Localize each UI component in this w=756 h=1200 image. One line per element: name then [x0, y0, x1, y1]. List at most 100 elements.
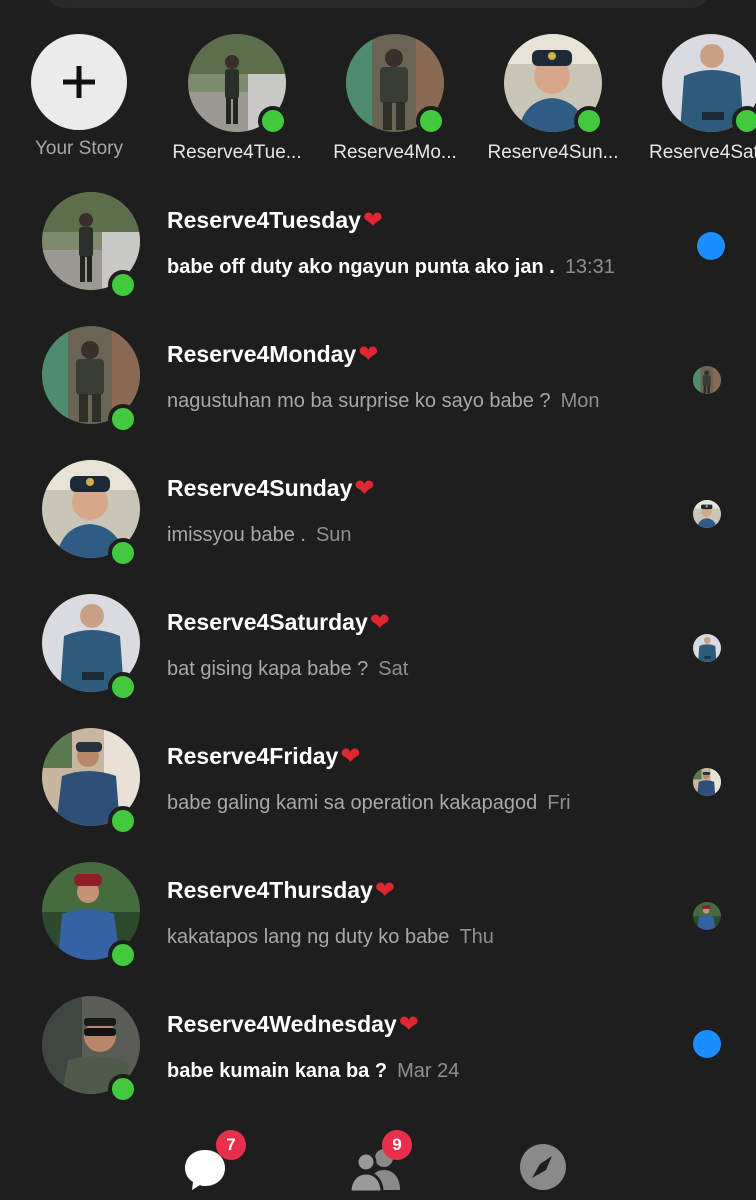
- compass-icon: [520, 1144, 566, 1190]
- messenger-chats-screen: Your Story Reserve4Tue... Reserve4Mo... …: [0, 0, 756, 1200]
- message-text: imissyou babe .: [167, 524, 306, 546]
- message-time: Sat: [378, 658, 409, 680]
- message-preview: nagustuhan mo ba surprise ko sayo babe ?…: [167, 390, 600, 413]
- online-indicator: [732, 106, 756, 136]
- message-preview: babe off duty ako ngayun punta ako jan .…: [167, 256, 615, 279]
- contact-name-text: Reserve4Wednesday: [167, 1011, 397, 1037]
- contact-avatar[interactable]: [42, 594, 140, 702]
- message-time: 13:31: [564, 256, 615, 278]
- conversation-row[interactable]: Reserve4Saturday❤ bat gising kapa babe ?…: [0, 592, 756, 726]
- story-avatar[interactable]: [662, 34, 756, 136]
- message-time: Sun: [315, 524, 352, 546]
- conversation-row[interactable]: Reserve4Thursday❤ kakatapos lang ng duty…: [0, 860, 756, 994]
- message-preview: babe kumain kana ba ? Mar 24: [167, 1060, 459, 1083]
- message-preview: babe galing kami sa operation kakapagod F…: [167, 792, 571, 815]
- conversation-list: Reserve4Tuesday❤ babe off duty ako ngayu…: [0, 190, 756, 1128]
- message-time: Thu: [459, 926, 494, 948]
- message-text: babe kumain kana ba ?: [167, 1060, 388, 1082]
- online-indicator: [108, 404, 138, 434]
- your-story-label: Your Story: [34, 138, 123, 159]
- message-text: babe galing kami sa operation kakapagod: [167, 792, 538, 814]
- story-label: Reserve4Sun...: [487, 142, 619, 163]
- contact-name: Reserve4Saturday❤: [167, 608, 390, 637]
- stories-row[interactable]: Your Story Reserve4Tue... Reserve4Mo... …: [0, 34, 756, 170]
- bottom-navigation: 7 9: [0, 1130, 756, 1200]
- online-indicator: [108, 538, 138, 568]
- contact-avatar[interactable]: [42, 460, 140, 568]
- contact-name-text: Reserve4Tuesday: [167, 207, 361, 233]
- online-indicator: [258, 106, 288, 136]
- discover-tab[interactable]: [518, 1136, 578, 1194]
- contact-avatar[interactable]: [42, 326, 140, 434]
- message-time: Mon: [560, 390, 600, 412]
- story-item[interactable]: Reserve4Sat: [646, 34, 756, 164]
- contact-avatar[interactable]: [42, 192, 140, 300]
- seen-receipt-avatar: [693, 366, 721, 394]
- story-label: Reserve4Tue...: [172, 142, 302, 163]
- contact-avatar[interactable]: [42, 728, 140, 836]
- heart-icon: ❤: [362, 207, 384, 234]
- message-time: Mar 24: [397, 1060, 460, 1082]
- heart-icon: ❤: [374, 877, 395, 904]
- avatar-photo: [693, 768, 721, 796]
- contact-name-text: Reserve4Monday: [167, 341, 357, 367]
- story-label: Reserve4Mo...: [333, 142, 457, 163]
- contact-name-text: Reserve4Sunday: [167, 475, 353, 501]
- seen-receipt-avatar: [693, 500, 721, 528]
- contact-name: Reserve4Tuesday❤: [167, 206, 383, 235]
- seen-receipt-avatar: [693, 634, 721, 662]
- people-tab[interactable]: 9: [348, 1130, 412, 1194]
- heart-icon: ❤: [340, 743, 361, 770]
- message-preview: bat gising kapa babe ? Sat: [167, 658, 408, 681]
- message-text: nagustuhan mo ba surprise ko sayo babe ?: [167, 390, 551, 412]
- contact-name: Reserve4Friday❤: [167, 742, 360, 771]
- conversation-row[interactable]: Reserve4Tuesday❤ babe off duty ako ngayu…: [0, 190, 756, 324]
- contact-name-text: Reserve4Friday: [167, 743, 339, 769]
- add-story-button[interactable]: [31, 34, 127, 130]
- heart-icon: ❤: [369, 609, 390, 636]
- message-preview: kakatapos lang ng duty ko babe Thu: [167, 926, 494, 949]
- conversation-row[interactable]: Reserve4Monday❤ nagustuhan mo ba surpris…: [0, 324, 756, 458]
- unread-indicator: [697, 232, 725, 260]
- story-label: Reserve4Sat: [649, 142, 756, 163]
- heart-icon: ❤: [358, 341, 379, 368]
- online-indicator: [416, 106, 446, 136]
- conversation-row[interactable]: Reserve4Friday❤ babe galing kami sa oper…: [0, 726, 756, 860]
- contact-name: Reserve4Sunday❤: [167, 474, 375, 503]
- search-bar[interactable]: [46, 0, 710, 8]
- message-text: bat gising kapa babe ?: [167, 658, 369, 680]
- conversation-row[interactable]: Reserve4Wednesday❤ babe kumain kana ba ?…: [0, 994, 756, 1128]
- story-avatar[interactable]: [504, 34, 604, 136]
- story-avatar[interactable]: [346, 34, 446, 136]
- people-badge: 9: [382, 1130, 412, 1160]
- story-item[interactable]: Reserve4Sun...: [486, 34, 620, 164]
- message-time: Fri: [547, 792, 571, 814]
- heart-icon: ❤: [354, 475, 375, 502]
- avatar-photo: [693, 366, 721, 394]
- contact-avatar[interactable]: [42, 996, 140, 1104]
- online-indicator: [108, 940, 138, 970]
- contact-name-text: Reserve4Thursday: [167, 877, 373, 903]
- contact-avatar[interactable]: [42, 862, 140, 970]
- unread-chats-badge: 7: [216, 1130, 246, 1160]
- story-avatar[interactable]: [188, 34, 288, 136]
- contact-name: Reserve4Wednesday❤: [167, 1010, 419, 1039]
- contact-name: Reserve4Thursday❤: [167, 876, 395, 905]
- seen-receipt-avatar: [693, 768, 721, 796]
- avatar-photo: [693, 634, 721, 662]
- seen-receipt-avatar: [693, 902, 721, 930]
- online-indicator: [574, 106, 604, 136]
- unread-indicator: [693, 1030, 721, 1058]
- story-item[interactable]: Reserve4Mo...: [328, 34, 462, 164]
- contact-name: Reserve4Monday❤: [167, 340, 378, 369]
- message-preview: imissyou babe . Sun: [167, 524, 352, 547]
- story-add[interactable]: Your Story: [14, 34, 144, 160]
- conversation-row[interactable]: Reserve4Sunday❤ imissyou babe . Sun: [0, 458, 756, 592]
- heart-icon: ❤: [398, 1011, 419, 1038]
- message-text: babe off duty ako ngayun punta ako jan .: [167, 256, 555, 278]
- chats-tab[interactable]: 7: [182, 1130, 246, 1194]
- online-indicator: [108, 806, 138, 836]
- story-item[interactable]: Reserve4Tue...: [170, 34, 304, 164]
- avatar-photo: [693, 500, 721, 528]
- online-indicator: [108, 270, 138, 300]
